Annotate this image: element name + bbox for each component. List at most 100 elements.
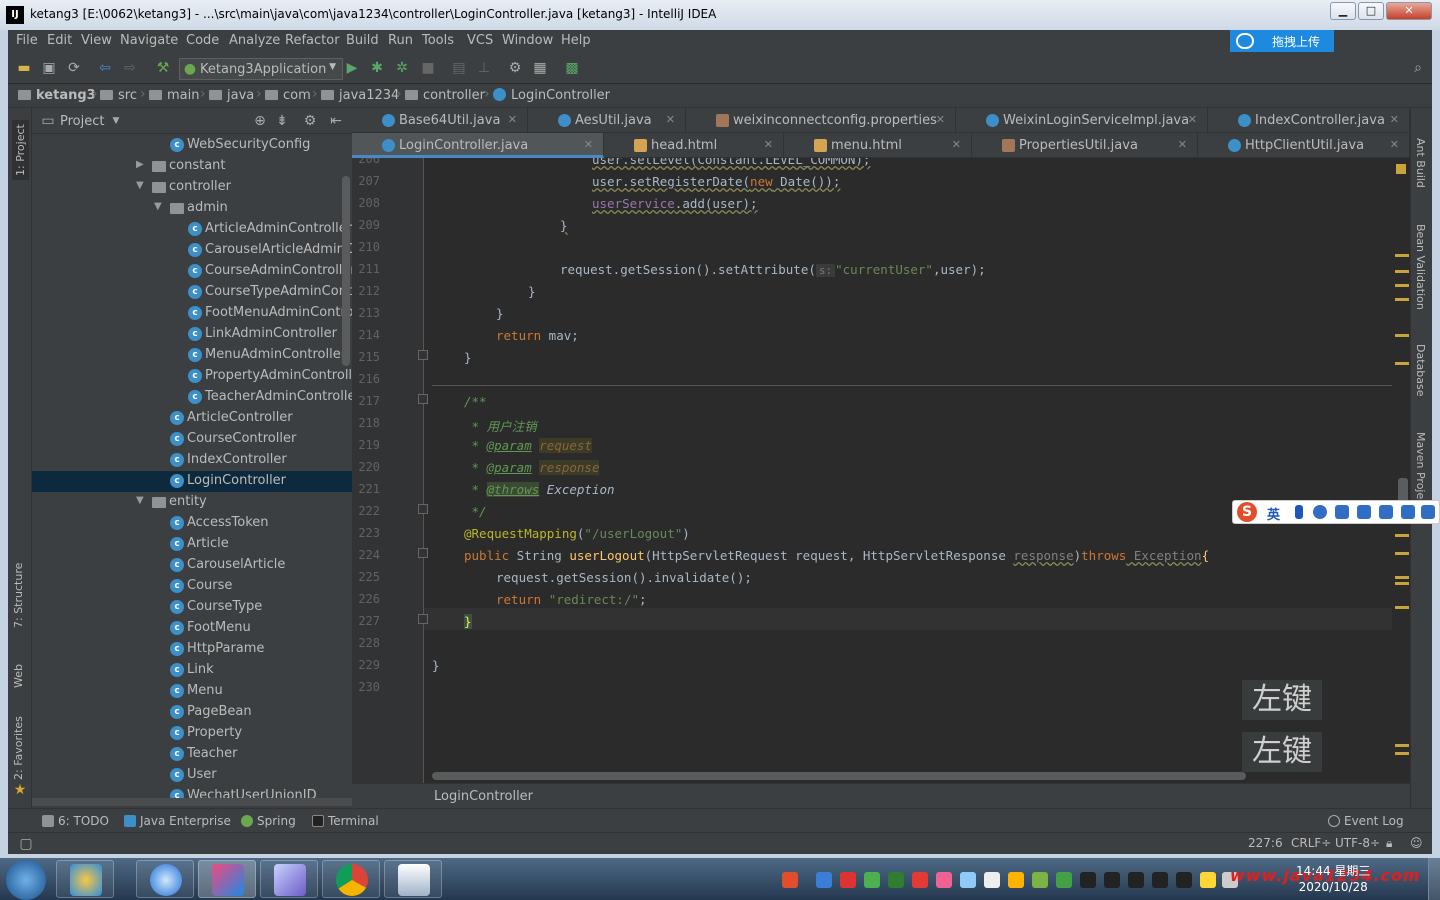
menu-edit[interactable]: Edit bbox=[47, 33, 72, 48]
taskbar-clock[interactable]: 14:44 星期三 2020/10/28 bbox=[1296, 863, 1370, 895]
editor-tab[interactable]: HttpClientUtil.java ✕ bbox=[1198, 133, 1410, 158]
taskbar-app-qq-browser[interactable] bbox=[136, 860, 194, 898]
upload-button[interactable]: 拖拽上传 bbox=[1230, 30, 1334, 52]
tree-class-item[interactable]: c Teacher bbox=[32, 744, 352, 765]
line-number-gutter[interactable]: 206 207 208 209 210 211 212 213 214 215 216 217 218 2… bbox=[352, 158, 424, 783]
chevron-down-icon[interactable]: ▼ bbox=[108, 113, 124, 129]
tree-folder[interactable]: ▼ entity bbox=[32, 492, 352, 513]
keyboard-icon[interactable] bbox=[1357, 505, 1371, 519]
tool-window-project[interactable]: 1: Project bbox=[12, 120, 29, 180]
tree-class-item[interactable]: c AccessToken bbox=[32, 513, 352, 534]
tool-window-java-enterprise[interactable]: Java Enterprise bbox=[124, 814, 231, 828]
fold-marker[interactable] bbox=[418, 350, 428, 360]
close-tab-icon[interactable]: ✕ bbox=[1178, 138, 1187, 151]
breadcrumb-item-controller[interactable]: controller bbox=[405, 88, 485, 103]
menu-build[interactable]: Build bbox=[346, 33, 379, 48]
tree-folder[interactable]: ▶ constant bbox=[32, 156, 352, 177]
tree-class-item[interactable]: c ArticleController bbox=[32, 408, 352, 429]
warning-marker[interactable] bbox=[1395, 270, 1409, 273]
chevron-down-icon[interactable]: ▼ bbox=[136, 495, 144, 506]
wechat-icon[interactable] bbox=[1032, 872, 1048, 888]
tree-class-item[interactable]: c HttpParame bbox=[32, 639, 352, 660]
qq-icon[interactable] bbox=[1104, 872, 1120, 888]
qq-icon[interactable] bbox=[1152, 872, 1168, 888]
qq-icon[interactable] bbox=[1080, 872, 1096, 888]
menu-refactor[interactable]: Refactor bbox=[285, 33, 340, 48]
breadcrumb-item-logincontroller[interactable]: LoginController bbox=[493, 88, 610, 103]
fold-marker[interactable] bbox=[418, 504, 428, 514]
project-panel-title[interactable]: Project bbox=[60, 114, 104, 129]
collapse-all-icon[interactable]: ⇟ bbox=[274, 113, 290, 129]
close-button[interactable]: ✕ bbox=[1386, 2, 1432, 20]
close-tab-icon[interactable]: ✕ bbox=[584, 138, 593, 151]
tray-icon[interactable] bbox=[984, 872, 1000, 888]
run-configuration-select[interactable]: ● Ketang3Application ▼ bbox=[179, 58, 343, 80]
chevron-down-icon[interactable]: ▼ bbox=[136, 180, 144, 191]
tray-icon[interactable] bbox=[1200, 872, 1216, 888]
tree-class-item[interactable]: c PropertyAdminController bbox=[32, 366, 352, 387]
tree-class-item[interactable]: cCarouselArticleAdminController bbox=[32, 240, 352, 261]
settings-icon[interactable]: ⚙ bbox=[507, 60, 523, 76]
search-everywhere-icon[interactable]: ⌕ bbox=[1410, 60, 1426, 76]
inspector-icon[interactable]: ☺ bbox=[1410, 836, 1423, 850]
editor-tab[interactable]: menu.html ✕ bbox=[784, 133, 972, 158]
fold-marker[interactable] bbox=[418, 548, 428, 558]
shield-icon[interactable] bbox=[864, 872, 880, 888]
tool-window-structure[interactable]: 7: Structure bbox=[12, 563, 25, 628]
update-icon[interactable]: ▤ bbox=[451, 60, 467, 76]
project-vertical-scrollbar[interactable] bbox=[342, 176, 350, 366]
tree-class-item[interactable]: c FootMenu bbox=[32, 618, 352, 639]
tree-folder[interactable]: ▼ admin bbox=[32, 198, 352, 219]
error-stripe[interactable] bbox=[1392, 158, 1410, 783]
show-desktop-button[interactable] bbox=[1428, 858, 1440, 900]
warning-marker[interactable] bbox=[1395, 284, 1409, 287]
breadcrumb-item-src[interactable]: src bbox=[100, 88, 137, 103]
menu-run[interactable]: Run bbox=[388, 33, 413, 48]
breadcrumb-item-com[interactable]: com bbox=[265, 88, 311, 103]
qq-icon[interactable] bbox=[1128, 872, 1144, 888]
taskbar-app-recorder[interactable] bbox=[384, 860, 442, 898]
close-tab-icon[interactable]: ✕ bbox=[1390, 138, 1399, 151]
caret-position[interactable]: 227:6 bbox=[1248, 836, 1283, 850]
tree-class-item[interactable]: c Link bbox=[32, 660, 352, 681]
sdk-icon[interactable]: ▩ bbox=[564, 60, 580, 76]
tree-class-item[interactable]: c MenuAdminController bbox=[32, 345, 352, 366]
tree-class-item[interactable]: c CourseController bbox=[32, 429, 352, 450]
tree-class-item[interactable]: c PageBean bbox=[32, 702, 352, 723]
project-horizontal-scrollbar[interactable] bbox=[32, 798, 352, 806]
run-icon[interactable]: ▶ bbox=[344, 60, 360, 76]
tree-class-item[interactable]: c ArticleAdminController bbox=[32, 219, 352, 240]
taskbar-app-ie[interactable] bbox=[56, 860, 114, 898]
close-tab-icon[interactable]: ✕ bbox=[508, 113, 517, 126]
menu-analyze[interactable]: Analyze bbox=[229, 33, 280, 48]
gear-icon[interactable]: ⚙ bbox=[302, 113, 318, 129]
tool-window-todo[interactable]: 6: TODO bbox=[42, 814, 109, 828]
warning-marker[interactable] bbox=[1395, 552, 1409, 555]
editor-tab[interactable]: LoginController.java ✕ bbox=[352, 133, 604, 158]
tree-class-item[interactable]: c LoginController bbox=[32, 471, 352, 492]
tool-window-terminal[interactable]: Terminal bbox=[312, 814, 379, 828]
forward-arrow-icon[interactable]: ⇨ bbox=[122, 60, 138, 76]
editor-horizontal-scrollbar[interactable] bbox=[432, 772, 1246, 780]
tray-icon[interactable] bbox=[816, 872, 832, 888]
line-separator[interactable]: CRLF÷ bbox=[1291, 836, 1331, 850]
sync-icon[interactable]: ⟳ bbox=[66, 60, 82, 76]
tree-class-item[interactable]: c IndexController bbox=[32, 450, 352, 471]
warning-marker[interactable] bbox=[1395, 606, 1409, 609]
open-folder-icon[interactable]: ▬ bbox=[16, 60, 32, 76]
emoji-icon[interactable] bbox=[1313, 505, 1327, 519]
lock-icon[interactable]: 🔒︎ bbox=[1386, 836, 1392, 851]
ime-toolbar[interactable]: S 英 bbox=[1232, 500, 1440, 524]
chevron-right-icon[interactable]: ▶ bbox=[136, 159, 144, 170]
tree-class-item[interactable]: c WebSecurityConfig bbox=[32, 135, 352, 156]
tool-window-web[interactable]: Web bbox=[12, 664, 25, 688]
debug-icon[interactable]: ✱ bbox=[369, 60, 385, 76]
editor-breadcrumb-label[interactable]: LoginController bbox=[434, 789, 533, 804]
editor-tab[interactable]: Base64Util.java ✕ bbox=[352, 108, 528, 133]
close-tab-icon[interactable]: ✕ bbox=[952, 138, 961, 151]
save-all-icon[interactable]: ▣ bbox=[41, 60, 57, 76]
taskbar-app-intellij[interactable] bbox=[198, 860, 256, 898]
tree-class-item[interactable]: c Menu bbox=[32, 681, 352, 702]
menu-code[interactable]: Code bbox=[186, 33, 219, 48]
scroll-from-source-icon[interactable]: ⊕ bbox=[252, 113, 268, 129]
